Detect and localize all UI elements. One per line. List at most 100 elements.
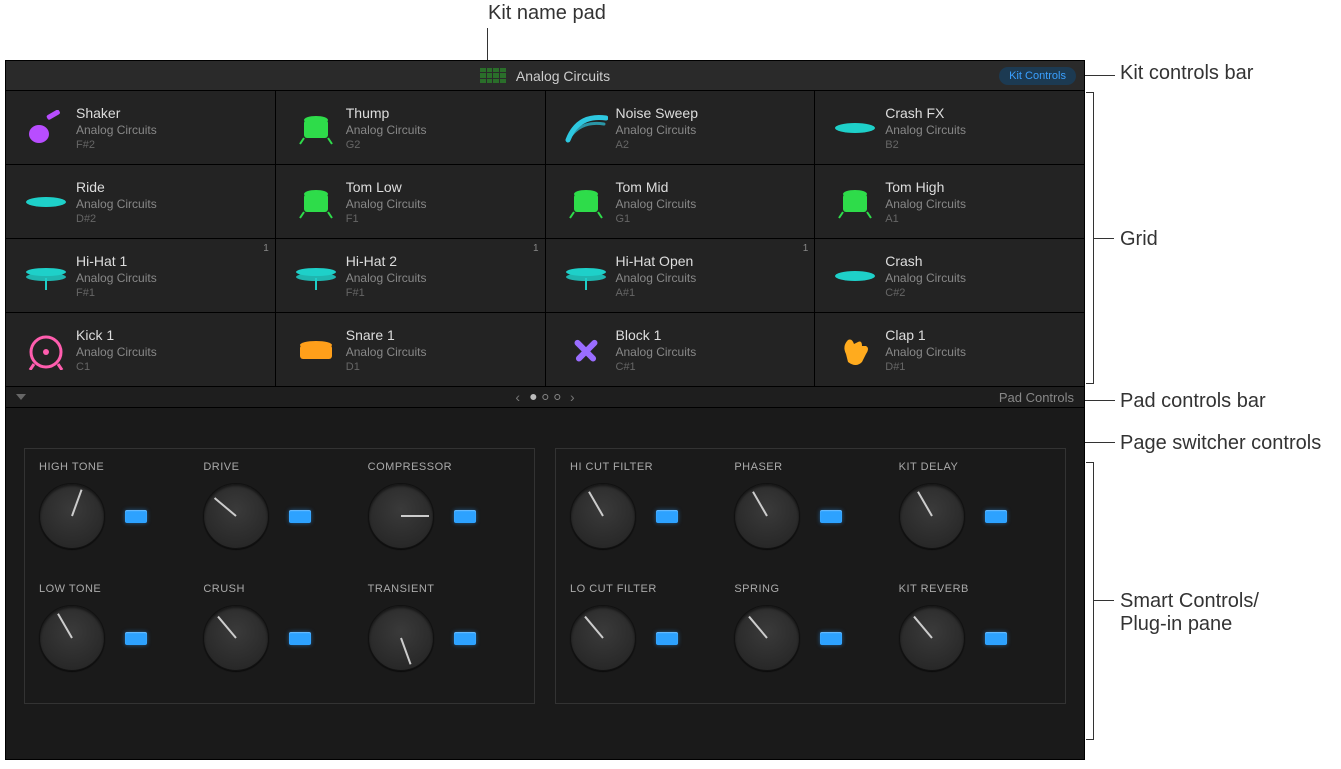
annotation-pad-controls-bar: Pad controls bar	[1120, 390, 1266, 413]
page-switcher: ‹ ›	[515, 389, 574, 405]
knob-low-tone: LOW TONE	[33, 577, 197, 685]
knob-label: CRUSH	[197, 583, 245, 595]
cymbal-icon	[825, 103, 885, 153]
knob-led[interactable]	[656, 510, 678, 523]
knob-dial[interactable]	[570, 483, 636, 549]
pad-subtitle: Analog Circuits	[885, 123, 1074, 137]
drum-machine-ui: Analog Circuits Kit Controls Shaker Anal…	[5, 60, 1085, 760]
cymbal-icon	[16, 177, 76, 227]
pad-name: Hi-Hat 1	[76, 253, 265, 269]
disclosure-triangle[interactable]	[16, 394, 26, 400]
knob-dial[interactable]	[39, 483, 105, 549]
pad-shaker[interactable]: Shaker Analog Circuits F#2	[6, 91, 275, 164]
annotation-smart-controls: Smart Controls/ Plug-in pane	[1120, 590, 1259, 636]
pad-name: Hi-Hat 2	[346, 253, 535, 269]
smart-controls-pane: HIGH TONE DRIVE COMPRESSOR	[6, 408, 1084, 724]
tom-icon	[286, 177, 346, 227]
knob-dial[interactable]	[734, 605, 800, 671]
knob-spring: SPRING	[728, 577, 892, 685]
page-dots[interactable]	[530, 394, 560, 400]
pad-subtitle: Analog Circuits	[616, 271, 805, 285]
pad-noise-sweep[interactable]: Noise Sweep Analog Circuits A2	[546, 91, 815, 164]
page-next-button[interactable]: ›	[570, 389, 575, 405]
annotation-line	[1094, 600, 1114, 601]
pad-hi-hat-2[interactable]: Hi-Hat 2 Analog Circuits F#1 1	[276, 239, 545, 312]
knob-dial[interactable]	[368, 483, 434, 549]
knob-compressor: COMPRESSOR	[362, 455, 526, 563]
knob-label: DRIVE	[197, 461, 239, 473]
pad-name: Tom High	[885, 179, 1074, 195]
kit-name-pad[interactable]: Analog Circuits	[480, 68, 610, 84]
pad-block-1[interactable]: Block 1 Analog Circuits C#1	[546, 313, 815, 386]
knob-dial[interactable]	[899, 605, 965, 671]
knob-led[interactable]	[125, 510, 147, 523]
pad-clap-1[interactable]: Clap 1 Analog Circuits D#1	[815, 313, 1084, 386]
knob-led[interactable]	[656, 632, 678, 645]
pad-name: Shaker	[76, 105, 265, 121]
knob-label: PHASER	[728, 461, 782, 473]
knob-panel-left: HIGH TONE DRIVE COMPRESSOR	[24, 448, 535, 704]
pad-tom-high[interactable]: Tom High Analog Circuits A1	[815, 165, 1084, 238]
pad-subtitle: Analog Circuits	[76, 197, 265, 211]
knob-label: HIGH TONE	[33, 461, 104, 473]
pad-crash[interactable]: Crash Analog Circuits C#2	[815, 239, 1084, 312]
knob-led[interactable]	[454, 510, 476, 523]
pad-crash-fx[interactable]: Crash FX Analog Circuits B2	[815, 91, 1084, 164]
pad-tom-mid[interactable]: Tom Mid Analog Circuits G1	[546, 165, 815, 238]
kick-icon	[16, 325, 76, 375]
pad-tom-low[interactable]: Tom Low Analog Circuits F1	[276, 165, 545, 238]
pad-note: A2	[616, 139, 805, 151]
pad-name: Clap 1	[885, 327, 1074, 343]
knob-led[interactable]	[289, 632, 311, 645]
knob-drive: DRIVE	[197, 455, 361, 563]
pad-subtitle: Analog Circuits	[885, 345, 1074, 359]
pad-name: Crash FX	[885, 105, 1074, 121]
knob-led[interactable]	[454, 632, 476, 645]
pad-ride[interactable]: Ride Analog Circuits D#2	[6, 165, 275, 238]
knob-led[interactable]	[820, 510, 842, 523]
kit-controls-button[interactable]: Kit Controls	[999, 67, 1076, 85]
pad-note: C#2	[885, 287, 1074, 299]
pad-hi-hat-1[interactable]: Hi-Hat 1 Analog Circuits F#1 1	[6, 239, 275, 312]
knob-dial[interactable]	[368, 605, 434, 671]
pad-note: A1	[885, 213, 1074, 225]
annotation-page-switcher: Page switcher controls	[1120, 432, 1321, 455]
pad-name: Block 1	[616, 327, 805, 343]
kit-name: Analog Circuits	[516, 68, 610, 84]
knob-led[interactable]	[985, 510, 1007, 523]
pad-note: F#2	[76, 139, 265, 151]
knob-dial[interactable]	[570, 605, 636, 671]
knob-led[interactable]	[289, 510, 311, 523]
pad-note: A#1	[616, 287, 805, 299]
knob-led[interactable]	[125, 632, 147, 645]
tom-icon	[825, 177, 885, 227]
page-prev-button[interactable]: ‹	[515, 389, 520, 405]
pad-subtitle: Analog Circuits	[346, 123, 535, 137]
pad-thump[interactable]: Thump Analog Circuits G2	[276, 91, 545, 164]
knob-dial[interactable]	[203, 483, 269, 549]
annotation-line	[1085, 75, 1115, 76]
knob-dial[interactable]	[39, 605, 105, 671]
knob-label: TRANSIENT	[362, 583, 435, 595]
pad-badge: 1	[263, 243, 269, 254]
knob-led[interactable]	[985, 632, 1007, 645]
knob-led[interactable]	[820, 632, 842, 645]
pad-hi-hat-open[interactable]: Hi-Hat Open Analog Circuits A#1 1	[546, 239, 815, 312]
cymbal-icon	[825, 251, 885, 301]
pad-subtitle: Analog Circuits	[885, 271, 1074, 285]
knob-dial[interactable]	[899, 483, 965, 549]
pad-snare-1[interactable]: Snare 1 Analog Circuits D1	[276, 313, 545, 386]
pad-subtitle: Analog Circuits	[616, 345, 805, 359]
pad-controls-label[interactable]: Pad Controls	[999, 390, 1074, 405]
pad-kick-1[interactable]: Kick 1 Analog Circuits C1	[6, 313, 275, 386]
pad-note: F#1	[346, 287, 535, 299]
pad-subtitle: Analog Circuits	[346, 345, 535, 359]
pad-note: D1	[346, 361, 535, 373]
pad-note: G1	[616, 213, 805, 225]
sweep-icon	[556, 103, 616, 153]
knob-dial[interactable]	[734, 483, 800, 549]
knob-dial[interactable]	[203, 605, 269, 671]
pad-note: F1	[346, 213, 535, 225]
grid-icon	[480, 68, 506, 84]
hihat-icon	[286, 251, 346, 301]
